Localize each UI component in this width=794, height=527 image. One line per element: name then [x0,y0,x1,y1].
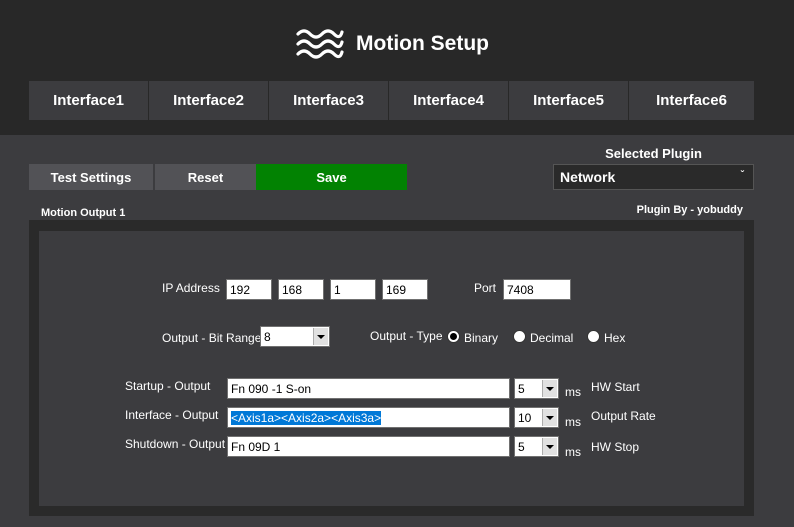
reset-button[interactable]: Reset [155,164,256,190]
tab-interface3[interactable]: Interface3 [269,81,389,120]
selected-plugin-label: Selected Plugin [605,146,702,161]
interface-rate-select[interactable]: 10 [514,407,559,428]
tab-interface2[interactable]: Interface2 [149,81,269,120]
bit-range-select[interactable]: 8 [260,326,330,347]
app-header: Motion Setup [296,26,489,62]
type-binary-radio[interactable] [447,330,460,343]
interface-output-input[interactable]: <Axis1a><Axis2a><Axis3a> [227,407,510,428]
output-type-label: Output - Type [370,329,443,343]
startup-rate-select[interactable]: 5 [514,378,559,399]
port-label: Port [474,281,497,295]
shutdown-rate-select[interactable]: 5 [514,436,559,457]
type-binary-label: Binary [464,331,499,345]
plugin-select[interactable]: Network ˇ [553,164,754,190]
ip-octet-1-input[interactable]: 192 [226,279,272,300]
test-settings-button[interactable]: Test Settings [29,164,154,190]
startup-output-label: Startup - Output [125,379,211,393]
shutdown-output-label: Shutdown - Output [125,437,226,451]
chevron-down-icon: ˇ [740,170,744,181]
output-panel [39,231,744,506]
dropdown-arrow-icon [542,438,557,455]
shutdown-unit: ms [565,445,581,459]
shutdown-rate-value: 5 [518,440,525,454]
ip-octet-3-input[interactable]: 1 [330,279,376,300]
ip-octet-4-input[interactable]: 169 [382,279,428,300]
wave-logo-icon [296,29,344,59]
startup-rate-value: 5 [518,382,525,396]
shutdown-output-input[interactable]: Fn 09D 1 [227,436,510,457]
type-decimal-label: Decimal [530,331,574,345]
interface-output-value: <Axis1a><Axis2a><Axis3a> [231,411,382,425]
save-button[interactable]: Save [256,164,407,190]
tab-interface4[interactable]: Interface4 [389,81,509,120]
interface-tabs: Interface1 Interface2 Interface3 Interfa… [29,81,754,120]
interface-unit: ms [565,415,581,429]
ip-octet-2-input[interactable]: 168 [278,279,324,300]
interface-rate-value: 10 [518,411,532,425]
dropdown-arrow-icon [542,409,557,426]
tab-interface5[interactable]: Interface5 [509,81,629,120]
shutdown-note: HW Stop [591,440,640,454]
tab-interface6[interactable]: Interface6 [629,81,754,120]
plugin-author: Plugin By - yobuddy [636,204,743,216]
interface-output-label: Interface - Output [125,408,219,422]
plugin-select-value: Network [560,169,616,185]
header-bar: Motion Setup Interface1 Interface2 Inter… [0,0,794,135]
type-hex-label: Hex [604,331,626,345]
bit-range-label: Output - Bit Range [162,331,262,345]
startup-output-input[interactable]: Fn 090 -1 S-on [227,378,510,399]
port-input[interactable]: 7408 [503,279,571,300]
dropdown-arrow-icon [313,328,328,345]
bit-range-value: 8 [264,330,271,344]
dropdown-arrow-icon [542,380,557,397]
interface-note: Output Rate [591,409,656,423]
type-decimal-radio[interactable] [513,330,526,343]
startup-unit: ms [565,385,581,399]
type-hex-radio[interactable] [587,330,600,343]
panel-title: Motion Output 1 [41,207,126,219]
startup-note: HW Start [591,380,640,394]
tab-interface1[interactable]: Interface1 [29,81,149,120]
page-title: Motion Setup [356,32,489,55]
ip-address-label: IP Address [162,281,220,295]
